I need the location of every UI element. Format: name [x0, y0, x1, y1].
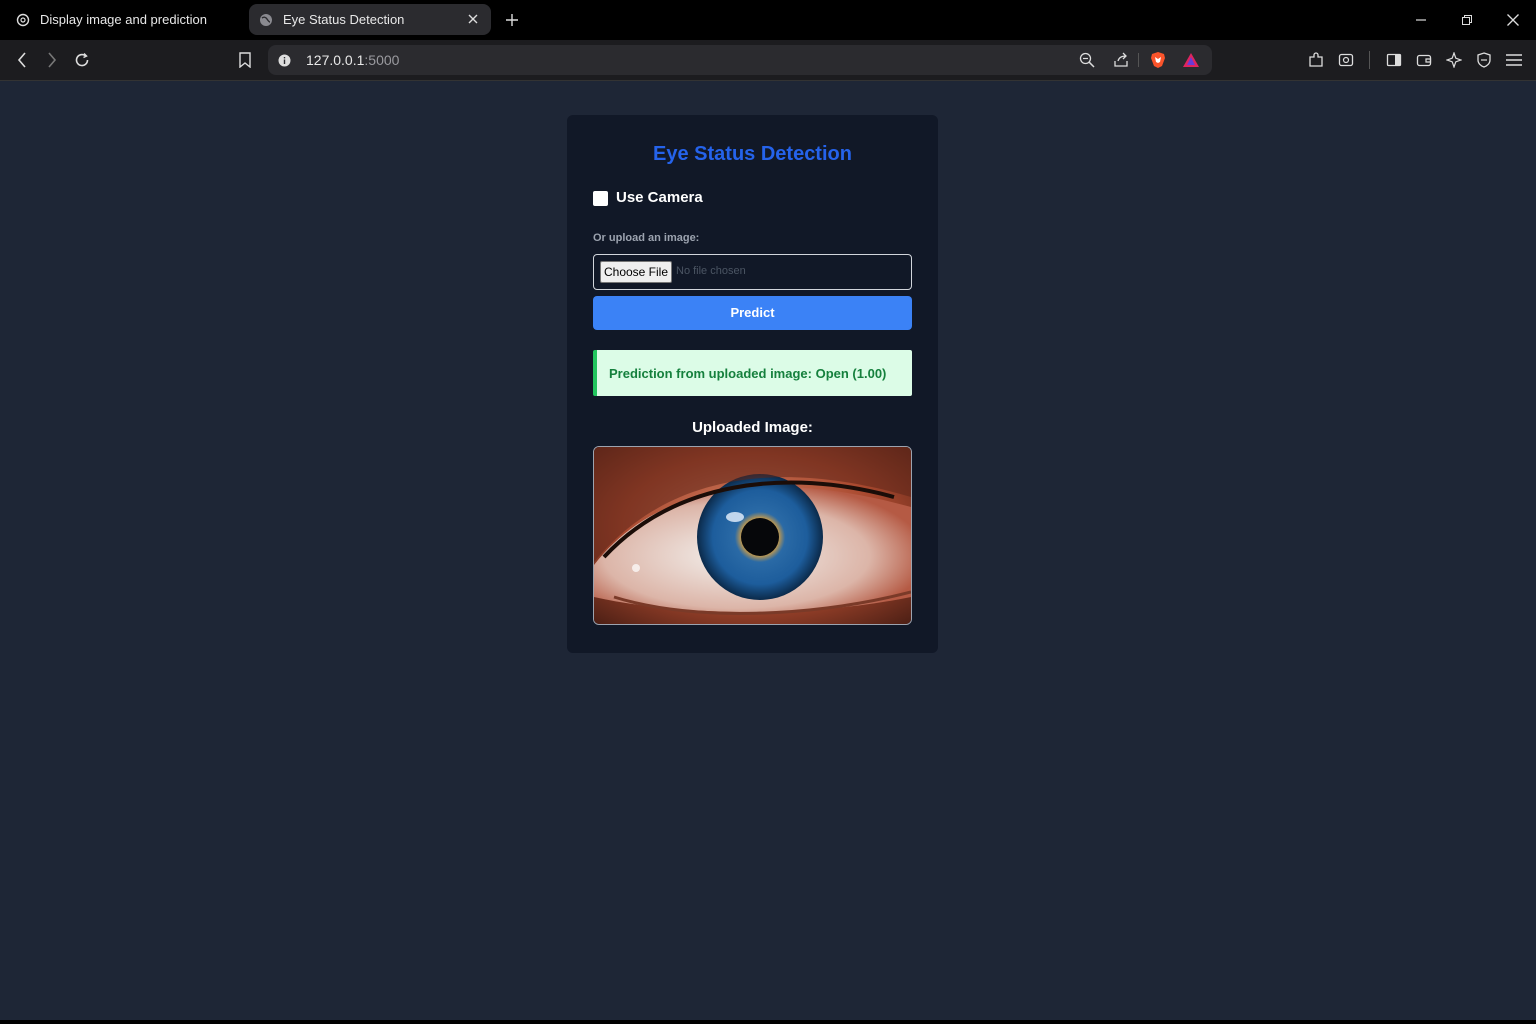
wallet-icon[interactable]: [1414, 50, 1434, 70]
leo-ai-icon[interactable]: [1444, 50, 1464, 70]
zoom-icon[interactable]: [1078, 51, 1096, 69]
bookmark-icon[interactable]: [235, 50, 255, 70]
url-host: 127.0.0.1: [306, 52, 365, 68]
close-window-icon[interactable]: [1503, 10, 1523, 30]
share-icon[interactable]: [1112, 51, 1130, 69]
vpn-shield-icon[interactable]: [1474, 50, 1494, 70]
uploaded-image-heading: Uploaded Image:: [692, 419, 813, 436]
tab-label: Eye Status Detection: [283, 12, 405, 27]
url-text[interactable]: 127.0.0.1:5000: [306, 52, 399, 68]
site-info-icon[interactable]: [277, 53, 291, 67]
screenshot-icon[interactable]: [1336, 50, 1356, 70]
page-title: Eye Status Detection: [653, 143, 852, 165]
file-input[interactable]: Choose File No file chosen: [593, 254, 912, 290]
tab-display-image[interactable]: Display image and prediction: [6, 4, 242, 35]
reload-icon[interactable]: [72, 50, 92, 70]
prediction-result: Prediction from uploaded image: Open (1.…: [593, 350, 912, 396]
detection-card: Eye Status Detection Use Camera Or uploa…: [567, 115, 938, 653]
use-camera-checkbox[interactable]: [593, 191, 608, 206]
address-divider: [1138, 53, 1139, 67]
openai-icon: [16, 13, 30, 27]
brave-shields-icon[interactable]: [1149, 50, 1167, 70]
use-camera-label[interactable]: Use Camera: [616, 189, 703, 206]
predict-button[interactable]: Predict: [593, 296, 912, 330]
prediction-text: Prediction from uploaded image: Open (1.…: [609, 366, 887, 381]
uploaded-eye-image: [593, 446, 912, 625]
toolbar-divider: [1369, 51, 1370, 69]
no-file-text: No file chosen: [676, 265, 746, 277]
sidebar-icon[interactable]: [1384, 50, 1404, 70]
minimize-icon[interactable]: [1411, 10, 1431, 30]
new-tab-icon[interactable]: [502, 10, 522, 30]
back-icon[interactable]: [12, 50, 32, 70]
tab-label: Display image and prediction: [40, 12, 207, 27]
address-bar[interactable]: [268, 45, 1212, 75]
upload-label: Or upload an image:: [593, 232, 700, 244]
menu-icon[interactable]: [1504, 50, 1524, 70]
globe-icon: [259, 13, 273, 27]
url-port: :5000: [364, 52, 400, 68]
extensions-icon[interactable]: [1306, 50, 1326, 70]
title-bar: Display image and prediction Eye Status …: [0, 0, 1536, 40]
close-tab-icon[interactable]: [465, 11, 481, 27]
tab-eye-status[interactable]: Eye Status Detection: [249, 4, 491, 35]
choose-file-button[interactable]: Choose File: [600, 261, 672, 283]
bottom-edge: [0, 1020, 1536, 1024]
forward-icon[interactable]: [42, 50, 62, 70]
brave-rewards-icon[interactable]: [1182, 51, 1200, 69]
restore-icon[interactable]: [1457, 10, 1477, 30]
